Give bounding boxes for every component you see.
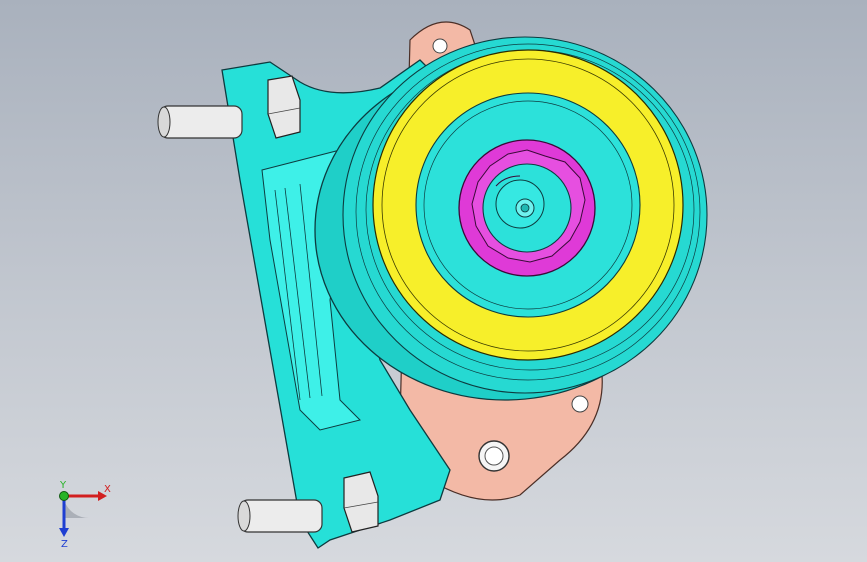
top-hex-nut[interactable] [267, 75, 301, 139]
bottom-hex-nut[interactable] [343, 471, 379, 533]
y-axis-label: Y [59, 480, 67, 491]
top-stud-bolt[interactable] [159, 105, 243, 139]
coordinate-triad: X Y Z [59, 480, 111, 548]
y-axis-dot [59, 491, 69, 501]
mount-plate-small-hole[interactable] [571, 395, 589, 413]
cad-viewport[interactable]: X Y Z [0, 0, 867, 562]
bottom-stud-bolt[interactable] [239, 499, 323, 533]
x-axis-label: X [104, 484, 111, 495]
tensioner-assembly-model[interactable] [0, 0, 867, 562]
z-axis-label: Z [61, 539, 68, 548]
